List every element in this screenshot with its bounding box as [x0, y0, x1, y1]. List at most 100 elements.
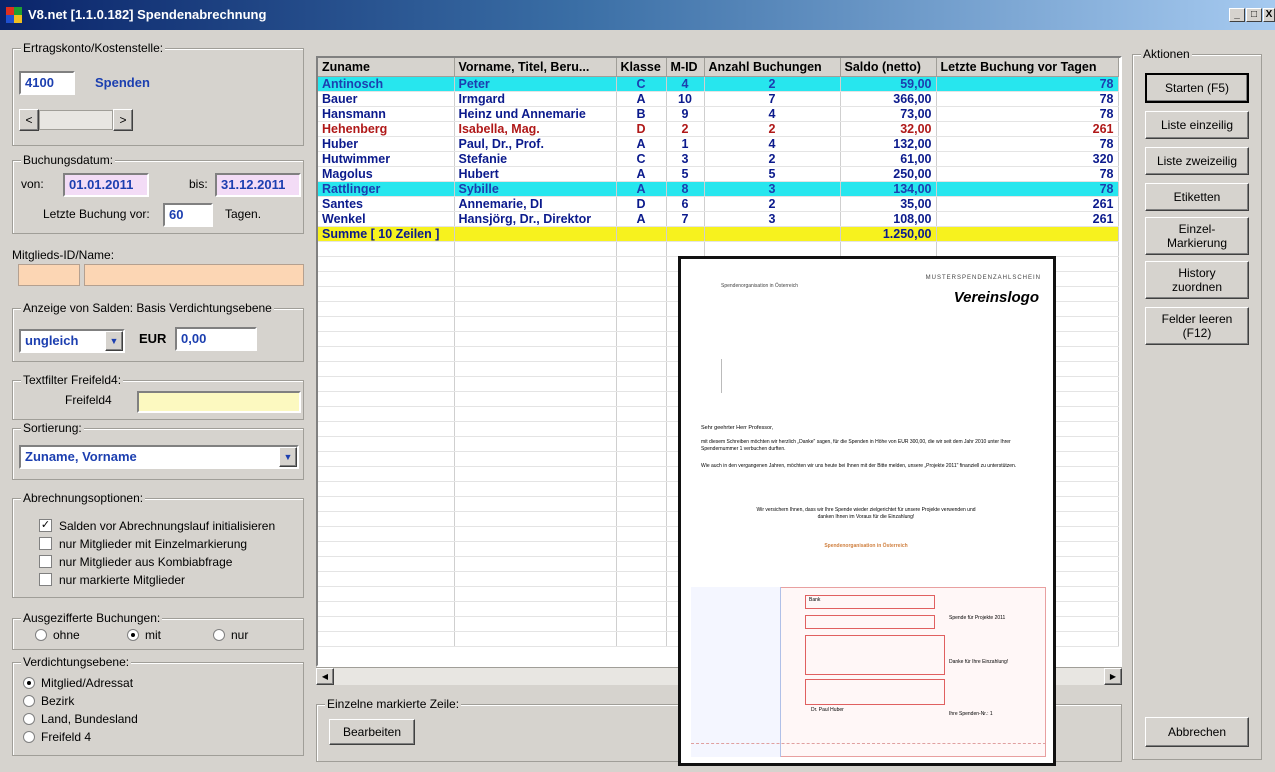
empty-cell	[318, 301, 455, 317]
date-from-field[interactable]: 01.01.2011	[63, 173, 149, 197]
empty-cell	[318, 436, 455, 452]
radio-mit[interactable]	[127, 629, 139, 641]
option-label: Salden vor Abrechnungslauf initialisiere…	[59, 519, 276, 533]
verdichtung-group: Verdichtungsebene: Mitglied/Adressat Bez…	[12, 655, 304, 756]
minimize-button[interactable]: _	[1229, 8, 1245, 22]
column-header[interactable]: Zuname	[318, 58, 455, 77]
table-cell: 261	[936, 196, 1119, 212]
option-single-mark-checkbox[interactable]	[39, 537, 52, 550]
empty-cell	[454, 241, 617, 257]
table-row[interactable]: Hehenberg Isabella, Mag. D 2 2 32,00 261	[318, 121, 1119, 137]
freifeld4-field[interactable]	[137, 391, 301, 413]
scroll-right-icon[interactable]: ▶	[1104, 668, 1122, 685]
table-row[interactable]: Santes Annemarie, DI D 6 2 35,00 261	[318, 196, 1119, 212]
date-to-field[interactable]: 31.12.2011	[215, 173, 301, 197]
account-code-field[interactable]: 4100	[19, 71, 75, 95]
empty-cell	[454, 331, 617, 347]
radio-bezirk[interactable]	[23, 695, 35, 707]
slip-donor-box	[805, 679, 945, 705]
radio-nur[interactable]	[213, 629, 225, 641]
empty-cell	[318, 271, 455, 287]
table-cell: 73,00	[840, 106, 937, 122]
table-row[interactable]: Bauer Irmgard A 10 7 366,00 78	[318, 91, 1119, 107]
radio-land[interactable]	[23, 713, 35, 725]
title-bar: V8.net [1.1.0.182] Spendenabrechnung _ □…	[0, 0, 1275, 30]
account-next-button[interactable]: >	[113, 109, 133, 131]
freifeld4-label: Freifeld4	[65, 393, 112, 407]
table-cell: Santes	[318, 196, 455, 212]
last-booking-field[interactable]: 60	[163, 203, 213, 227]
option-init-checkbox[interactable]: ✓	[39, 519, 52, 532]
clear-fields-button[interactable]: Felder leeren (F12)	[1145, 307, 1249, 345]
empty-cell	[318, 466, 455, 482]
sum-value: 1.250,00	[840, 226, 937, 242]
empty-cell	[318, 496, 455, 512]
empty-cell	[318, 256, 455, 272]
column-header[interactable]: Klasse	[616, 58, 667, 77]
table-row[interactable]: Huber Paul, Dr., Prof. A 1 4 132,00 78	[318, 136, 1119, 152]
table-row[interactable]: Magolus Hubert A 5 5 250,00 78	[318, 166, 1119, 182]
scroll-left-icon[interactable]: ◀	[316, 668, 334, 685]
start-button[interactable]: Starten (F5)	[1145, 73, 1249, 103]
saldo-group: Anzeige von Salden: Basis Verdichtungseb…	[12, 301, 304, 362]
table-cell: 7	[704, 91, 841, 107]
table-cell: 78	[936, 106, 1119, 122]
table-cell: 59,00	[840, 76, 937, 92]
selected-row-legend: Einzelne markierte Zeile:	[325, 697, 462, 711]
table-cell: C	[616, 76, 667, 92]
single-mark-button[interactable]: Einzel- Markierung	[1145, 217, 1249, 255]
maximize-button[interactable]: □	[1246, 8, 1262, 22]
labels-button[interactable]: Etiketten	[1145, 183, 1249, 211]
empty-cell	[454, 286, 617, 302]
cancel-button[interactable]: Abbrechen	[1145, 717, 1249, 747]
saldo-compare-select[interactable]: ungleich ▼	[19, 329, 125, 353]
history-button[interactable]: History zuordnen	[1145, 261, 1249, 299]
empty-cell	[318, 361, 455, 377]
close-button[interactable]: X	[1263, 8, 1275, 22]
table-cell: 78	[936, 91, 1119, 107]
saldo-value-field[interactable]: 0,00	[175, 327, 257, 351]
account-scrollbar[interactable]	[39, 110, 113, 130]
table-cell: 4	[704, 106, 841, 122]
table-row[interactable]: Hansmann Heinz und Annemarie B 9 4 73,00 78	[318, 106, 1119, 122]
column-header[interactable]: Saldo (netto)	[840, 58, 937, 77]
column-header[interactable]: Vorname, Titel, Beru...	[454, 58, 617, 77]
column-header[interactable]: M-ID	[666, 58, 705, 77]
radio-freifeld4[interactable]	[23, 731, 35, 743]
table-cell: 2	[704, 196, 841, 212]
last-booking-label: Letzte Buchung vor:	[43, 207, 150, 221]
table-cell: Rattlinger	[318, 181, 455, 197]
radio-nur-label: nur	[231, 628, 249, 642]
chevron-down-icon[interactable]: ▼	[105, 331, 123, 351]
account-prev-button[interactable]: <	[19, 109, 39, 131]
table-cell: Hansmann	[318, 106, 455, 122]
table-row[interactable]: Hutwimmer Stefanie C 3 2 61,00 320	[318, 151, 1119, 167]
radio-ohne[interactable]	[35, 629, 47, 641]
member-name-field[interactable]	[84, 264, 304, 286]
chevron-down-icon[interactable]: ▼	[279, 447, 297, 467]
edit-button[interactable]: Bearbeiten	[329, 719, 415, 745]
slip-thanks: Danke für Ihre Einzahlung!	[949, 659, 1009, 665]
table-header-row: Zuname Vorname, Titel, Beru... Klasse M-…	[318, 58, 1119, 77]
option-marked-checkbox[interactable]	[39, 573, 52, 586]
sort-select[interactable]: Zuname, Vorname ▼	[19, 445, 299, 469]
empty-cell	[704, 241, 841, 257]
table-cell: 2	[704, 151, 841, 167]
list-single-button[interactable]: Liste einzeilig	[1145, 111, 1249, 139]
member-id-field[interactable]	[18, 264, 80, 286]
radio-mitglied[interactable]	[23, 677, 35, 689]
empty-cell	[454, 391, 617, 407]
empty-cell	[616, 421, 667, 437]
table-row[interactable]: Wenkel Hansjörg, Dr., Direktor A 7 3 108,00 26…	[318, 211, 1119, 227]
table-cell: 320	[936, 151, 1119, 167]
column-header[interactable]: Anzahl Buchungen	[704, 58, 841, 77]
option-combi-checkbox[interactable]	[39, 555, 52, 568]
table-cell: Paul, Dr., Prof.	[454, 136, 617, 152]
table-row[interactable]: Antinosch Peter C 4 2 59,00 78	[318, 76, 1119, 92]
column-header[interactable]: Letzte Buchung vor Tagen	[936, 58, 1119, 77]
actions-group: Aktionen Starten (F5) Liste einzeilig Li…	[1132, 47, 1262, 760]
table-cell: Magolus	[318, 166, 455, 182]
table-row[interactable]: Rattlinger Sybille A 8 3 134,00 78	[318, 181, 1119, 197]
table-cell: 134,00	[840, 181, 937, 197]
list-double-button[interactable]: Liste zweizeilig	[1145, 147, 1249, 175]
